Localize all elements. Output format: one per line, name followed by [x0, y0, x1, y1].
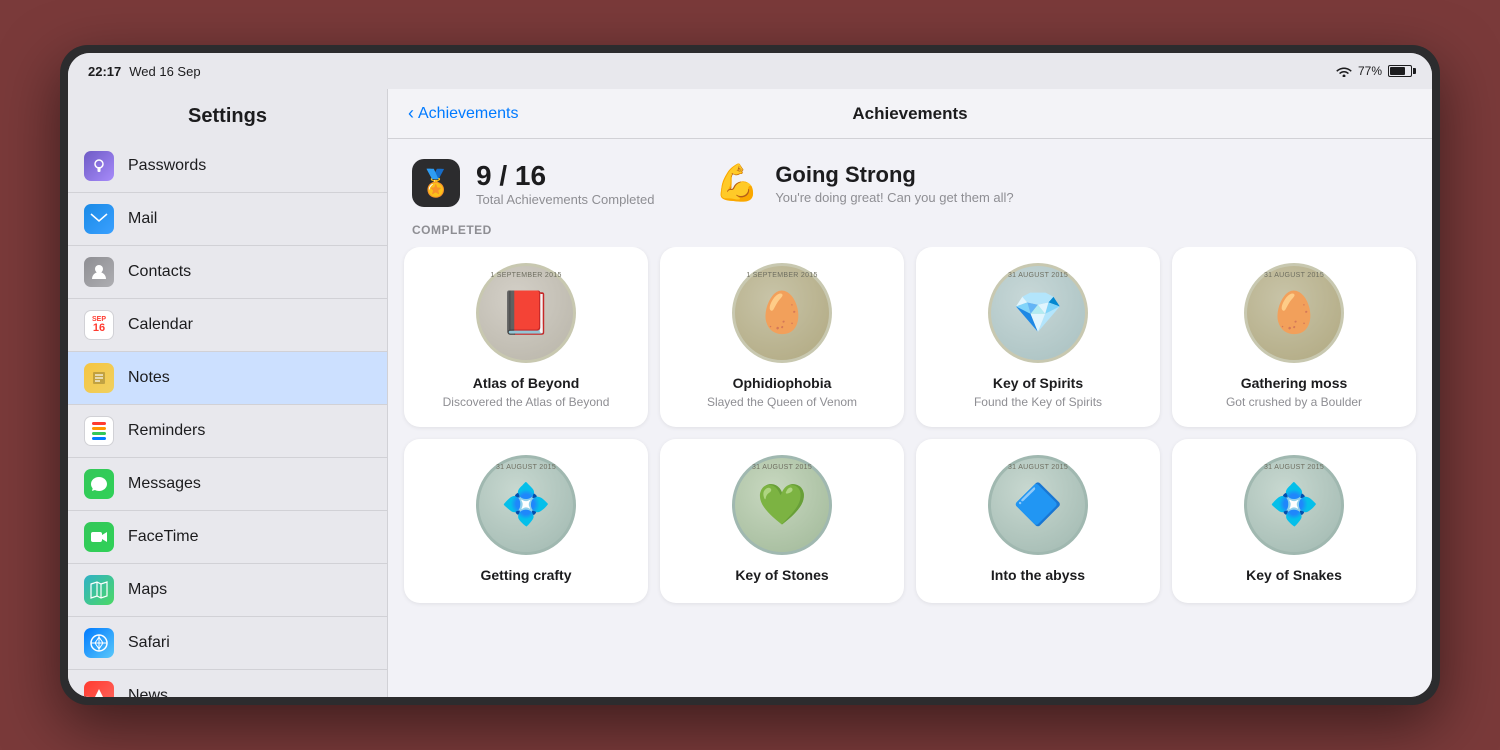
sidebar-item-facetime[interactable]: FaceTime	[68, 511, 387, 564]
summary-left: 🏅 9 / 16 Total Achievements Completed	[412, 159, 654, 207]
sidebar-item-contacts[interactable]: Contacts	[68, 246, 387, 299]
sidebar-item-news[interactable]: News	[68, 670, 387, 697]
facetime-icon	[84, 522, 114, 552]
spirits-name: Key of Spirits	[993, 375, 1083, 391]
sidebar-title: Settings	[68, 89, 387, 140]
atlas-desc: Discovered the Atlas of Beyond	[443, 395, 610, 411]
nav-back-button[interactable]: ‹ Achievements	[408, 103, 519, 124]
achievement-card-crafty[interactable]: 31 AUGUST 2015 💠 Getting crafty	[404, 439, 648, 603]
achievement-card-stones[interactable]: 31 AUGUST 2015 💚 Key of Stones	[660, 439, 904, 603]
going-strong-subtitle: You're doing great! Can you get them all…	[775, 190, 1013, 205]
wifi-icon	[1336, 65, 1352, 77]
achievements-scroll[interactable]: 1 SEPTEMBER 2015 📕 Atlas of Beyond Disco…	[388, 247, 1432, 697]
back-arrow-icon: ‹	[408, 103, 414, 124]
achievements-panel: ‹ Achievements Achievements 🏅 9 / 16 Tot…	[388, 89, 1432, 697]
achievement-badge-abyss: 31 AUGUST 2015 🔷	[988, 455, 1088, 555]
sidebar-item-maps[interactable]: Maps	[68, 564, 387, 617]
summary-section: 🏅 9 / 16 Total Achievements Completed 💪 …	[388, 139, 1432, 223]
atlas-name: Atlas of Beyond	[473, 375, 580, 391]
going-strong-title: Going Strong	[775, 162, 1013, 188]
mail-icon	[84, 204, 114, 234]
achievement-card-snakes[interactable]: 31 AUGUST 2015 💠 Key of Snakes	[1172, 439, 1416, 603]
reminders-label: Reminders	[128, 422, 205, 440]
maps-label: Maps	[128, 581, 167, 599]
mail-label: Mail	[128, 210, 157, 228]
passwords-icon	[84, 151, 114, 181]
summary-count-group: 9 / 16 Total Achievements Completed	[476, 160, 654, 207]
passwords-label: Passwords	[128, 157, 206, 175]
snakes-name: Key of Snakes	[1246, 567, 1342, 583]
sidebar-item-reminders[interactable]: Reminders	[68, 405, 387, 458]
achievement-card-spirits[interactable]: 31 AUGUST 2015 💎 Key of Spirits Found th…	[916, 247, 1160, 427]
settings-sidebar: Settings Passwords Mail	[68, 89, 388, 697]
sidebar-item-calendar[interactable]: SEP 16 Calendar	[68, 299, 387, 352]
ipad-screen: 22:17 Wed 16 Sep 77% Settings	[68, 53, 1432, 697]
notes-label: Notes	[128, 369, 170, 387]
achievement-badge-ophidio: 1 SEPTEMBER 2015 🥚	[732, 263, 832, 363]
nav-title: Achievements	[852, 104, 967, 124]
reminders-icon	[84, 416, 114, 446]
achievement-card-ophidio[interactable]: 1 SEPTEMBER 2015 🥚 Ophidiophobia Slayed …	[660, 247, 904, 427]
achievement-badge-crafty: 31 AUGUST 2015 💠	[476, 455, 576, 555]
nav-back-label: Achievements	[418, 105, 519, 123]
achievement-badge-snakes: 31 AUGUST 2015 💠	[1244, 455, 1344, 555]
ipad-frame: 22:17 Wed 16 Sep 77% Settings	[60, 45, 1440, 705]
sidebar-item-passwords[interactable]: Passwords	[68, 140, 387, 193]
achievement-card-moss[interactable]: 31 AUGUST 2015 🥚 Gathering moss Got crus…	[1172, 247, 1416, 427]
crafty-name: Getting crafty	[480, 567, 571, 583]
contacts-icon	[84, 257, 114, 287]
summary-count: 9 / 16	[476, 160, 654, 192]
status-right: 77%	[1336, 64, 1412, 78]
maps-icon	[84, 575, 114, 605]
moss-desc: Got crushed by a Boulder	[1226, 395, 1362, 411]
news-label: News	[128, 687, 168, 697]
ophidio-desc: Slayed the Queen of Venom	[707, 395, 857, 411]
nav-bar: ‹ Achievements Achievements	[388, 89, 1432, 139]
achievement-card-atlas[interactable]: 1 SEPTEMBER 2015 📕 Atlas of Beyond Disco…	[404, 247, 648, 427]
stones-name: Key of Stones	[735, 567, 828, 583]
summary-count-label: Total Achievements Completed	[476, 192, 654, 207]
going-strong-text: Going Strong You're doing great! Can you…	[775, 162, 1013, 205]
messages-label: Messages	[128, 475, 201, 493]
status-date: Wed 16 Sep	[129, 64, 200, 79]
summary-right: 💪 Going Strong You're doing great! Can y…	[714, 162, 1013, 205]
abyss-name: Into the abyss	[991, 567, 1085, 583]
achievement-badge-stones: 31 AUGUST 2015 💚	[732, 455, 832, 555]
safari-label: Safari	[128, 634, 170, 652]
sidebar-list: Passwords Mail Contacts	[68, 140, 387, 697]
calendar-label: Calendar	[128, 316, 193, 334]
achievement-card-abyss[interactable]: 31 AUGUST 2015 🔷 Into the abyss	[916, 439, 1160, 603]
summary-emoji: 🏅	[420, 168, 452, 199]
summary-icon: 🏅	[412, 159, 460, 207]
sidebar-item-messages[interactable]: Messages	[68, 458, 387, 511]
battery-icon	[1388, 65, 1412, 77]
battery-percentage: 77%	[1358, 64, 1382, 78]
ophidio-name: Ophidiophobia	[733, 375, 832, 391]
contacts-label: Contacts	[128, 263, 191, 281]
messages-icon	[84, 469, 114, 499]
main-area: Settings Passwords Mail	[68, 89, 1432, 697]
achievements-grid: 1 SEPTEMBER 2015 📕 Atlas of Beyond Disco…	[404, 247, 1416, 603]
status-time: 22:17	[88, 64, 121, 79]
achievement-badge-spirits: 31 AUGUST 2015 💎	[988, 263, 1088, 363]
sidebar-item-safari[interactable]: Safari	[68, 617, 387, 670]
facetime-label: FaceTime	[128, 528, 199, 546]
completed-section-label: COMPLETED	[388, 223, 1432, 247]
status-bar: 22:17 Wed 16 Sep 77%	[68, 53, 1432, 89]
calendar-icon: SEP 16	[84, 310, 114, 340]
sidebar-item-mail[interactable]: Mail	[68, 193, 387, 246]
going-strong-emoji: 💪	[714, 162, 759, 204]
achievement-badge-moss: 31 AUGUST 2015 🥚	[1244, 263, 1344, 363]
notes-icon	[84, 363, 114, 393]
safari-icon	[84, 628, 114, 658]
news-icon	[84, 681, 114, 697]
achievement-badge-atlas: 1 SEPTEMBER 2015 📕	[476, 263, 576, 363]
sidebar-item-notes[interactable]: Notes	[68, 352, 387, 405]
moss-name: Gathering moss	[1241, 375, 1348, 391]
spirits-desc: Found the Key of Spirits	[974, 395, 1102, 411]
battery-fill	[1390, 67, 1405, 75]
